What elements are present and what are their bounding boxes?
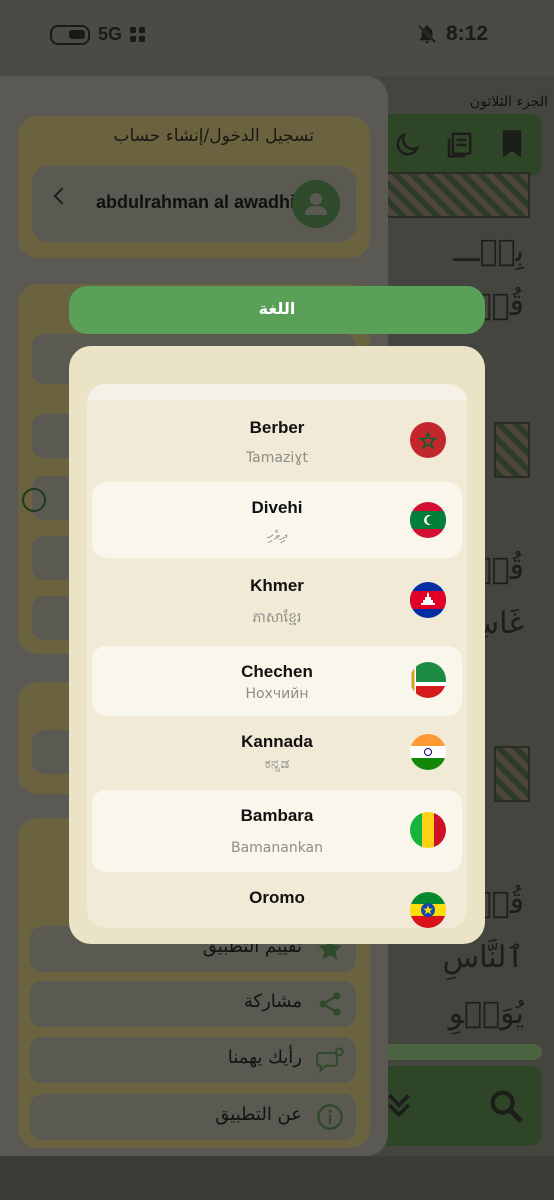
user-name: abdulrahman al awadhi	[96, 192, 296, 212]
menu-item-label: رأيك يهمنا	[227, 1047, 302, 1068]
chevron-down-icon[interactable]	[384, 1088, 414, 1122]
share-item[interactable]: مشاركة	[30, 981, 356, 1027]
ayah-text: ﻳُﻮَﺳۡﻮِ	[448, 996, 524, 1031]
signal-icon	[130, 27, 146, 42]
language-list[interactable]: Berber Tamaziɣt Divehi ދިވެހި Khmer ភាសា…	[87, 384, 467, 928]
chevron-left-icon	[53, 187, 71, 205]
language-name: Kannada	[241, 732, 313, 751]
status-left: 5G	[50, 24, 146, 45]
ayah-text: ﺑِﺴۡـــ	[453, 234, 524, 269]
search-icon[interactable]	[486, 1086, 526, 1126]
login-title: تسجيل الدخول/إنشاء حساب	[113, 126, 314, 146]
language-dialog-title: اللغة	[258, 299, 296, 318]
mali-flag-icon	[410, 812, 446, 848]
bell-off-icon	[417, 24, 437, 44]
ayah-text: ٱﻟﻨَّﺎﺱِ	[442, 940, 524, 975]
battery-icon	[50, 24, 90, 45]
language-item-chechen[interactable]: Chechen Нохчийн	[92, 646, 462, 716]
language-name: Divehi	[251, 498, 303, 517]
language-name: Bambara	[240, 806, 314, 825]
language-item-divehi[interactable]: Divehi ދިވެހި	[92, 482, 462, 558]
bookmark-icon[interactable]	[498, 128, 526, 160]
feedback-icon	[316, 1047, 344, 1074]
menu-item-label: مشاركة	[243, 991, 302, 1012]
language-item-khmer[interactable]: Khmer ភាសាខ្មែរ	[92, 564, 462, 644]
list-top-edge	[87, 384, 467, 400]
share-icon	[319, 992, 341, 1016]
user-account-row[interactable]: abdulrahman al awadhi	[32, 166, 356, 242]
reading-progress	[382, 1044, 542, 1060]
language-name: Oromo	[249, 888, 305, 907]
ornament-band	[494, 746, 530, 802]
about-item[interactable]: عن التطبيق	[30, 1094, 356, 1140]
ethiopia-flag-icon	[410, 892, 446, 928]
reader-toolbar	[382, 114, 542, 176]
pages-icon[interactable]	[444, 130, 474, 160]
login-card: تسجيل الدخول/إنشاء حساب abdulrahman al a…	[18, 116, 370, 258]
language-item-kannada[interactable]: Kannada ಕನ್ನಡ	[92, 722, 462, 792]
juz-label: الجزء الثلاثون	[469, 94, 548, 110]
language-native-name: ಕನ್ನಡ	[264, 756, 290, 772]
language-dialog-header: اللغة	[69, 286, 485, 334]
language-item-oromo[interactable]: Oromo	[92, 878, 462, 928]
feedback-item[interactable]: رأيك يهمنا	[30, 1037, 356, 1083]
language-item-bambara[interactable]: Bambara Bamanankan	[92, 790, 462, 872]
india-flag-icon	[410, 734, 446, 770]
language-native-name: Bamanankan	[230, 840, 324, 856]
language-native-name: ދިވެހި	[266, 528, 288, 544]
avatar	[292, 180, 340, 228]
maldives-flag-icon	[410, 502, 446, 538]
language-native-name: ភាសាខ្មែរ	[252, 610, 302, 626]
menu-item-label: عن التطبيق	[215, 1104, 302, 1125]
language-name: Chechen	[241, 662, 313, 681]
morocco-flag-icon	[410, 422, 446, 458]
reader-bottom-nav	[382, 1066, 542, 1146]
language-name: Khmer	[250, 576, 304, 595]
ornament-band	[380, 172, 530, 218]
network-label: 5G	[98, 24, 123, 44]
language-native-name: Tamaziɣt	[245, 450, 309, 466]
status-bar: 5G 8:12	[0, 0, 554, 76]
language-name: Berber	[249, 418, 305, 437]
chechen-flag-icon	[410, 662, 446, 698]
language-dialog: Berber Tamaziɣt Divehi ދިވެހި Khmer ភាសា…	[69, 346, 485, 944]
status-right: 8:12	[416, 22, 488, 46]
night-mode-icon[interactable]	[392, 130, 422, 160]
cambodia-flag-icon	[410, 582, 446, 618]
person-icon	[305, 193, 327, 215]
info-icon	[317, 1104, 343, 1130]
language-native-name: Нохчийн	[245, 686, 309, 702]
radio-button[interactable]	[22, 488, 46, 512]
ornament-band	[494, 422, 530, 478]
language-item-berber[interactable]: Berber Tamaziɣt	[92, 402, 462, 482]
clock: 8:12	[445, 22, 488, 45]
